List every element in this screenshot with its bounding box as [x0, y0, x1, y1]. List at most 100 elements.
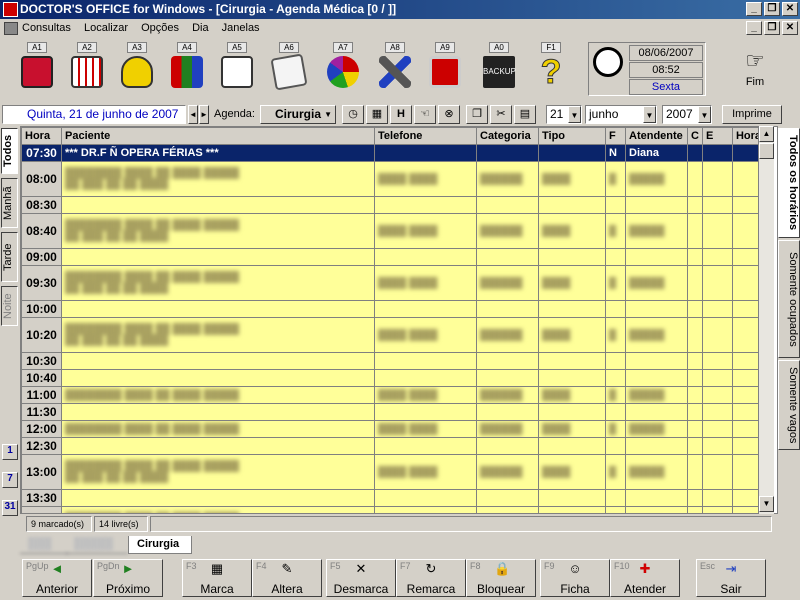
- atendente-cell[interactable]: [625, 437, 688, 455]
- calendar-button[interactable]: ▦: [366, 105, 388, 124]
- atendente-cell[interactable]: [625, 248, 688, 266]
- tipo-cell[interactable]: ████: [538, 213, 606, 249]
- e-cell[interactable]: [701, 506, 733, 513]
- close-button[interactable]: ✕: [782, 2, 798, 16]
- telefone-cell[interactable]: [374, 403, 477, 421]
- block-button[interactable]: F8 🔒 Bloquear: [466, 559, 536, 597]
- c-cell[interactable]: [687, 300, 703, 318]
- c-cell[interactable]: [687, 144, 703, 162]
- table-row[interactable]: 07:30 *** DR.F Ñ OPERA FÉRIAS *** N Diana: [21, 144, 766, 162]
- cut-button[interactable]: ✂: [490, 105, 512, 124]
- record-button[interactable]: F9 ☺ Ficha: [540, 559, 610, 597]
- c-cell[interactable]: [687, 317, 703, 353]
- table-row[interactable]: 12:30: [21, 437, 766, 455]
- time-cell[interactable]: 10:30: [21, 352, 62, 370]
- paciente-cell[interactable]: ████████ ████ ██ ████ █████: [61, 420, 375, 438]
- atendente-cell[interactable]: [625, 196, 688, 214]
- categoria-cell[interactable]: ██████: [476, 213, 539, 249]
- clock-button[interactable]: ◷: [342, 105, 364, 124]
- atendente-cell[interactable]: [625, 403, 688, 421]
- col-categoria[interactable]: Categoria: [476, 127, 539, 145]
- paciente-cell[interactable]: [61, 300, 375, 318]
- tab-todos[interactable]: Todos: [1, 128, 18, 174]
- paciente-cell[interactable]: [61, 403, 375, 421]
- atendente-cell[interactable]: Diana: [625, 144, 688, 162]
- telefone-cell[interactable]: ████ ████: [374, 317, 477, 353]
- time-cell[interactable]: 10:40: [21, 369, 62, 387]
- col-e[interactable]: E: [701, 127, 733, 145]
- tipo-cell[interactable]: ████: [538, 161, 606, 197]
- f-cell[interactable]: [605, 437, 626, 455]
- telefone-cell[interactable]: ████ ████: [374, 506, 477, 513]
- tab-somente-ocupados[interactable]: Somente ocupados: [778, 240, 800, 358]
- table-row[interactable]: 12:00 ████████ ████ ██ ████ █████ ████ ███…: [21, 420, 766, 438]
- month-select[interactable]: junho ▼: [585, 105, 657, 124]
- toolbar-books-button[interactable]: A4: [162, 40, 212, 100]
- telefone-cell[interactable]: ████ ████: [374, 265, 477, 301]
- tipo-cell[interactable]: ████: [538, 317, 606, 353]
- tipo-cell[interactable]: [538, 369, 606, 387]
- paciente-cell[interactable]: [61, 369, 375, 387]
- atendente-cell[interactable]: █████: [625, 317, 688, 353]
- e-cell[interactable]: [701, 213, 733, 249]
- atendente-cell[interactable]: █████: [625, 386, 688, 404]
- paciente-cell[interactable]: ████████ ████ ██ ████ ███████ ███ ██ ██ …: [61, 454, 375, 490]
- categoria-cell[interactable]: [476, 196, 539, 214]
- f-cell[interactable]: [605, 352, 626, 370]
- c-cell[interactable]: [687, 386, 703, 404]
- c-cell[interactable]: [687, 489, 703, 507]
- time-cell[interactable]: 11:30: [21, 403, 62, 421]
- prev-day-button[interactable]: ◄: [188, 105, 198, 124]
- table-row[interactable]: 08:30: [21, 196, 766, 214]
- telefone-cell[interactable]: ████ ████: [374, 386, 477, 404]
- paciente-cell[interactable]: ████████ ████ ██ ████ ███████ ███ ██ ██ …: [61, 161, 375, 197]
- mdi-restore-button[interactable]: ❐: [764, 21, 780, 35]
- table-row[interactable]: 11:00 ████████ ████ ██ ████ █████ ████ ███…: [21, 386, 766, 404]
- telefone-cell[interactable]: [374, 300, 477, 318]
- table-row[interactable]: 10:40: [21, 369, 766, 387]
- table-row[interactable]: 08:40 ████████ ████ ██ ████ █████ ██ ███ █…: [21, 213, 766, 249]
- c-cell[interactable]: [687, 213, 703, 249]
- c-cell[interactable]: [687, 506, 703, 513]
- tipo-cell[interactable]: [538, 489, 606, 507]
- col-hora[interactable]: Hora: [21, 127, 62, 145]
- toolbar-tools-button[interactable]: A8: [370, 40, 420, 100]
- c-cell[interactable]: [687, 420, 703, 438]
- menu-opcoes[interactable]: Opções: [141, 22, 179, 34]
- tipo-cell[interactable]: ████: [538, 265, 606, 301]
- tipo-cell[interactable]: [538, 352, 606, 370]
- table-row[interactable]: 10:00: [21, 300, 766, 318]
- view-week-button[interactable]: 7: [2, 472, 18, 488]
- categoria-cell[interactable]: [476, 489, 539, 507]
- tab-todos-horarios[interactable]: Todos os horários: [778, 128, 800, 238]
- time-cell[interactable]: 12:00: [21, 420, 62, 438]
- agenda-select[interactable]: Cirurgia ▼: [260, 105, 336, 124]
- toolbar-computer-button[interactable]: A9: [420, 40, 470, 100]
- tab-somente-vagos[interactable]: Somente vagos: [778, 360, 800, 450]
- time-cell[interactable]: 08:00: [21, 161, 62, 197]
- tipo-cell[interactable]: [538, 248, 606, 266]
- tipo-cell[interactable]: [538, 437, 606, 455]
- f-cell[interactable]: █: [605, 161, 626, 197]
- print-button[interactable]: Imprime: [722, 105, 782, 124]
- telefone-cell[interactable]: [374, 196, 477, 214]
- time-cell[interactable]: 14:00: [21, 506, 62, 513]
- atendente-cell[interactable]: █████: [625, 420, 688, 438]
- categoria-cell[interactable]: [476, 369, 539, 387]
- telefone-cell[interactable]: ████ ████: [374, 213, 477, 249]
- edit-button[interactable]: F4 ✎ Altera: [252, 559, 322, 597]
- toolbar-calendar-button[interactable]: A2: [62, 40, 112, 100]
- telefone-cell[interactable]: [374, 489, 477, 507]
- c-cell[interactable]: [687, 369, 703, 387]
- categoria-cell[interactable]: [476, 403, 539, 421]
- time-cell[interactable]: 07:30: [21, 144, 62, 162]
- e-cell[interactable]: [701, 317, 733, 353]
- day-select[interactable]: 21 ▼: [546, 105, 582, 124]
- e-cell[interactable]: [701, 300, 733, 318]
- c-cell[interactable]: [687, 196, 703, 214]
- attend-button[interactable]: F10 ✚ Atender: [610, 559, 680, 597]
- paste-button[interactable]: ▤: [514, 105, 536, 124]
- tab-hidden-1[interactable]: ███: [20, 536, 68, 554]
- toolbar-chart-button[interactable]: A7: [318, 40, 368, 100]
- exit-button[interactable]: ☞ Fim: [730, 46, 780, 96]
